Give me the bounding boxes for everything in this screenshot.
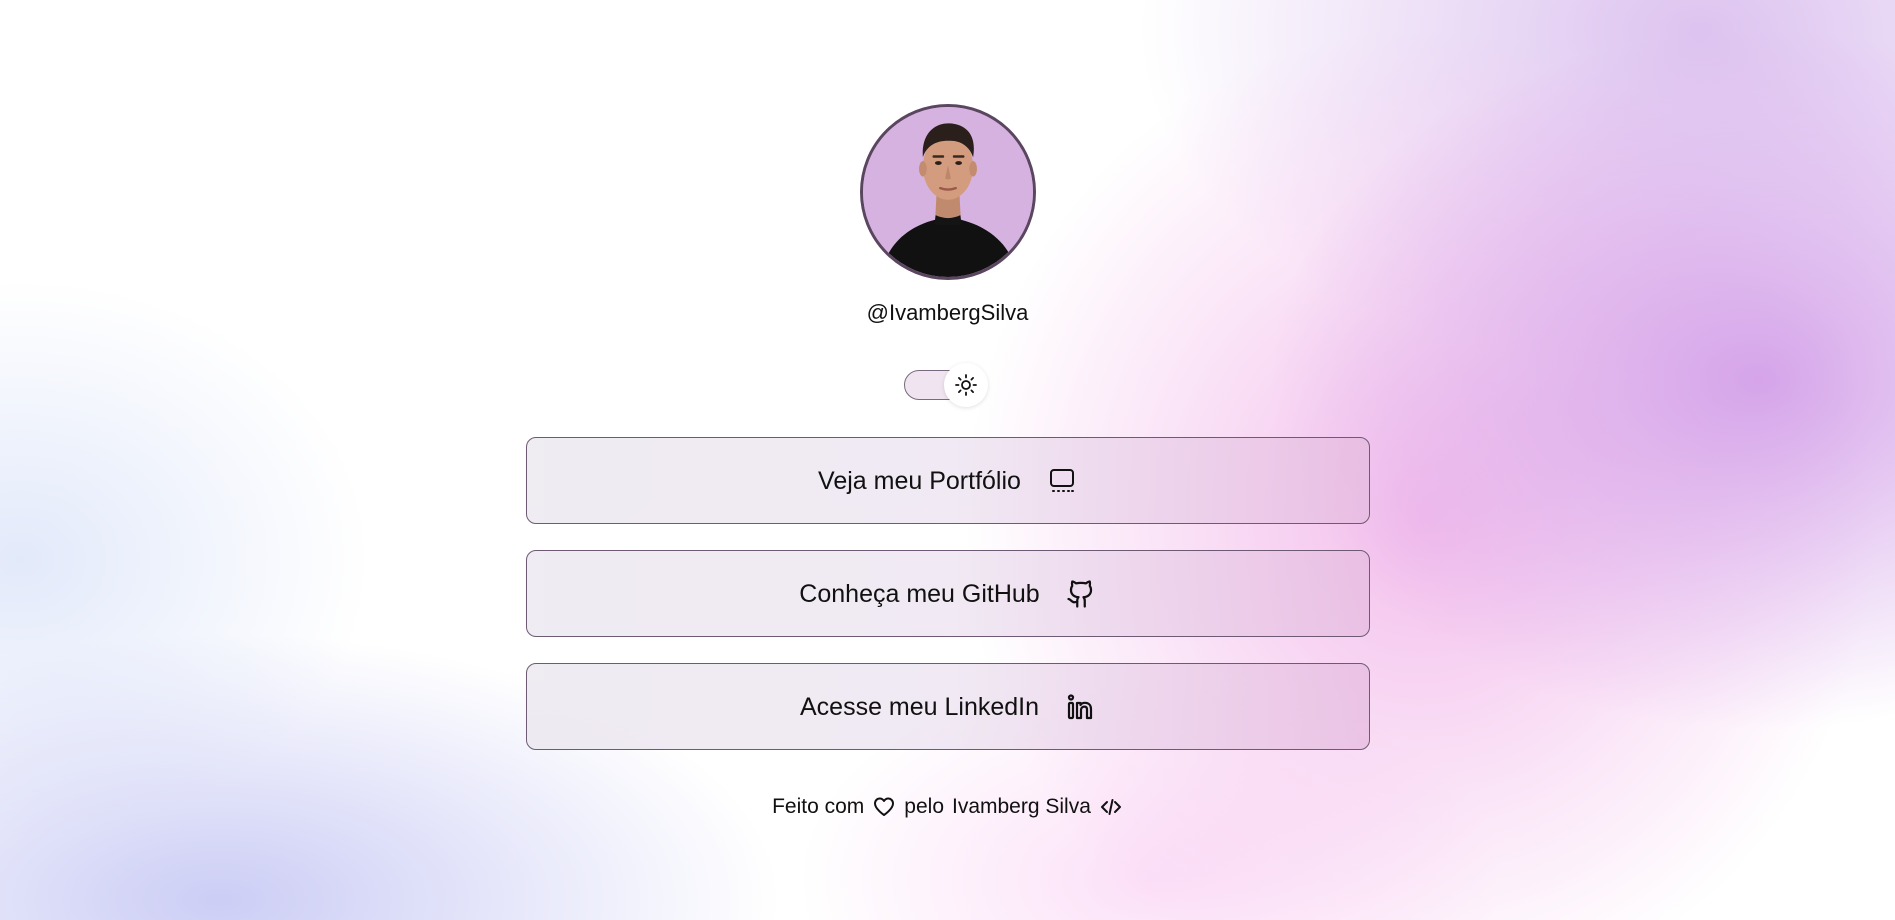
- theme-toggle[interactable]: [903, 363, 992, 407]
- avatar: [859, 104, 1036, 280]
- portfolio-link-label: Veja meu Portfólio: [818, 466, 1021, 495]
- github-icon: [1066, 579, 1096, 609]
- profile-card: @IvambergSilva Veja meu Portfólio Conheç…: [0, 0, 1895, 820]
- linkedin-icon: [1065, 692, 1095, 722]
- footer: Feito com pelo Ivamberg Silva: [772, 794, 1123, 820]
- footer-author-link[interactable]: Ivamberg Silva: [952, 794, 1091, 820]
- code-icon: [1099, 795, 1123, 819]
- linkedin-link-label: Acesse meu LinkedIn: [799, 692, 1040, 721]
- avatar-portrait: [862, 107, 1033, 277]
- theme-toggle-knob[interactable]: [943, 363, 988, 407]
- portfolio-link-button[interactable]: Veja meu Portfólio: [525, 437, 1370, 524]
- heart-icon: [872, 795, 896, 819]
- github-link-label: Conheça meu GitHub: [799, 579, 1040, 608]
- linkedin-link-button[interactable]: Acesse meu LinkedIn: [525, 663, 1370, 750]
- footer-prefix: Feito com: [772, 795, 865, 818]
- github-link-button[interactable]: Conheça meu GitHub: [525, 550, 1370, 637]
- sun-icon: [954, 373, 978, 397]
- footer-by: pelo: [904, 795, 944, 818]
- username: @IvambergSilva: [866, 300, 1029, 325]
- links-list: Veja meu Portfólio Conheça meu GitHub Ac…: [525, 437, 1370, 750]
- monitor-icon: [1047, 466, 1077, 496]
